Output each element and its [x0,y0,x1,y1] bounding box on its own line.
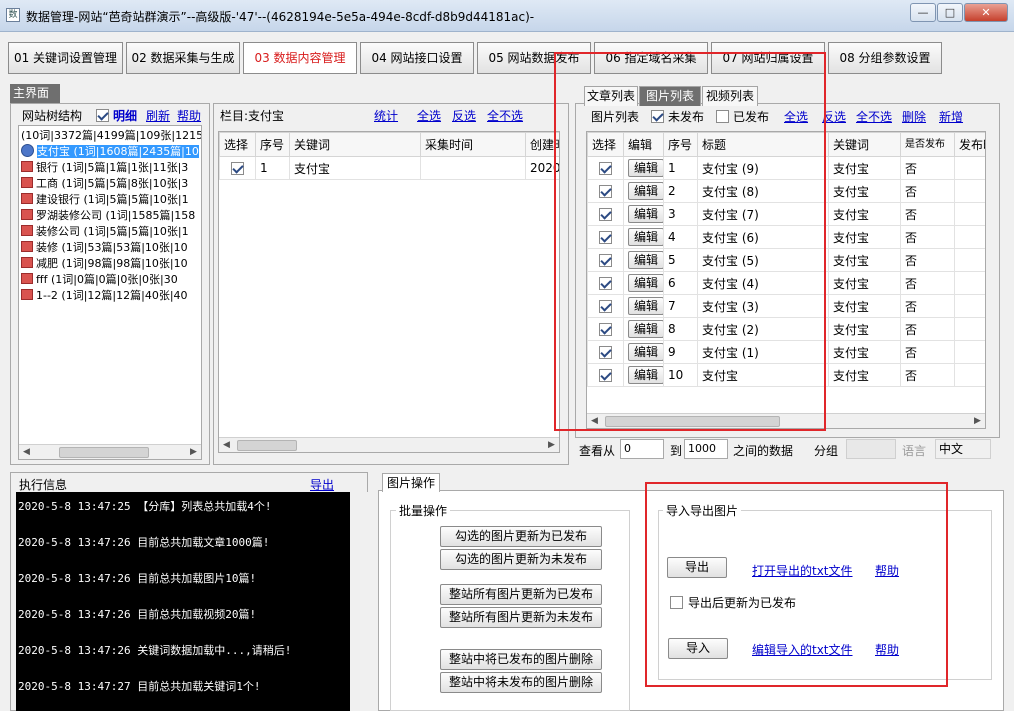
tree-title: 网站树结构 [22,109,83,123]
sitemap-icon [21,289,33,300]
tree-item[interactable]: 工商 (1词|5篇|5篇|8张|10张|3 [21,176,188,192]
all-set-unpublished-button[interactable]: 整站所有图片更新为未发布 [440,607,602,628]
sitemap-icon [21,241,33,252]
scroll-right-icon[interactable]: ▶ [186,445,201,459]
log-scroll-track [350,492,368,711]
tree-item[interactable]: 银行 (1词|5篇|1篇|1张|11张|3 [21,160,188,176]
window-title: 数据管理-网站“芭奇站群演示”--高级版-'47'--(4628194e-5e5… [26,10,535,24]
between-label: 之间的数据 [733,444,794,458]
col-header[interactable]: 是否发布 [900,132,955,157]
tab-image-ops[interactable]: 图片操作 [382,473,440,492]
to-label: 到 [670,444,683,458]
log-export-link[interactable]: 导出 [310,476,334,493]
sitemap-icon [21,225,33,236]
tab-data-collection[interactable]: 02 数据采集与生成 [126,42,240,74]
sitemap-icon [21,177,33,188]
log-line: 2020-5-8 13:47:27 目前总共加载关键词1个! [18,680,261,693]
maximize-button[interactable]: □ [937,3,963,22]
col-header[interactable]: 采集时间 [420,132,526,157]
log-console[interactable]: 2020-5-8 13:47:25 【分库】列表总共加载4个! 2020-5-8… [16,492,350,711]
selected-set-published-button[interactable]: 勾选的图片更新为已发布 [440,526,602,547]
from-input[interactable]: 0 [620,439,664,459]
minimize-button[interactable]: — [910,3,936,22]
mingxi-checkbox[interactable] [96,108,109,122]
sitemap-icon [21,273,33,284]
tree-item[interactable]: 装修公司 (1词|5篇|5篇|10张|1 [21,224,189,240]
sitemap-icon [21,161,33,172]
globe-icon [21,144,34,157]
highlight-box-import-export [645,482,948,687]
sitemap-icon [21,193,33,204]
img-delete-link[interactable]: 删除 [902,108,926,125]
log-line: 2020-5-8 13:47:26 目前总共加载文章1000篇! [18,536,270,549]
tab-group-params[interactable]: 08 分组参数设置 [828,42,942,74]
sitemap-icon [21,257,33,268]
column-title: 栏目:支付宝 [220,109,285,123]
tree-item[interactable]: 罗湖装修公司 (1词|1585篇|158 [21,208,195,224]
highlight-box-image-list [554,52,826,431]
tree-item[interactable]: 装修 (1词|53篇|53篇|10张|10 [21,240,188,256]
app-icon: 数 [6,8,20,22]
tab-keyword-settings[interactable]: 01 关键词设置管理 [8,42,123,74]
scroll-right-icon[interactable]: ▶ [970,414,985,428]
language-select[interactable]: 中文 [935,439,991,459]
tree-item[interactable]: 1--2 (1词|12篇|12篇|40张|40 [21,288,188,304]
to-input[interactable]: 1000 [684,439,728,459]
site-tree[interactable]: (10词|3372篇|4199篇|109张|1215 支付宝 (1词|1608篇… [18,125,202,460]
tree-hscroll[interactable]: ◀ ▶ [19,444,201,459]
log-line: 2020-5-8 13:47:26 目前总共加载视频20篇! [18,608,257,621]
tab-site-interface[interactable]: 04 网站接口设置 [360,42,474,74]
mingxi-label[interactable]: 明细 [113,107,137,124]
log-line: 2020-5-8 13:47:26 目前总共加载图片10篇! [18,572,257,585]
tab-content-management[interactable]: 03 数据内容管理 [243,42,357,74]
row-checkbox[interactable] [231,162,244,175]
tree-item[interactable]: 减肥 (1词|98篇|98篇|10张|10 [21,256,188,272]
log-title: 执行信息 [19,478,68,492]
select-none-link[interactable]: 全不选 [487,107,523,124]
group-label: 分组 [814,444,839,458]
group-select[interactable] [846,439,896,459]
img-add-link[interactable]: 新增 [939,108,963,125]
tree-item-alipay[interactable]: 支付宝 (1词|1608篇|2435篇|10 [21,144,199,160]
scroll-left-icon[interactable]: ◀ [219,438,234,452]
tree-help-link[interactable]: 帮助 [177,107,201,124]
selected-set-unpublished-button[interactable]: 勾选的图片更新为未发布 [440,549,602,570]
tree-root[interactable]: (10词|3372篇|4199篇|109张|1215 [21,128,201,144]
scroll-right-icon[interactable]: ▶ [544,438,559,452]
language-label: 语言 [902,444,927,458]
all-set-published-button[interactable]: 整站所有图片更新为已发布 [440,584,602,605]
keyword-hscroll[interactable]: ◀ ▶ [219,437,559,452]
tree-item[interactable]: 建设银行 (1词|5篇|5篇|10张|1 [21,192,189,208]
main-interface-label[interactable]: 主界面 [10,84,60,103]
batch-title: 批量操作 [396,502,451,519]
invert-link[interactable]: 反选 [452,107,476,124]
log-line: 2020-5-8 13:47:25 【分库】列表总共加载4个! [18,500,272,513]
stats-link[interactable]: 统计 [374,107,398,124]
scroll-left-icon[interactable]: ◀ [19,445,34,459]
col-header[interactable]: 序号 [255,132,290,157]
log-line: 2020-5-8 13:47:26 关键词数据加载中...,请稍后! [18,644,292,657]
col-header[interactable]: 关键词 [289,132,421,157]
delete-published-button[interactable]: 整站中将已发布的图片删除 [440,649,602,670]
view-from-label: 查看从 [579,444,616,458]
keyword-grid[interactable]: 选择 序号 关键词 采集时间 创建时 1 支付宝 2020-5 ◀ ▶ [218,131,560,453]
col-header[interactable]: 选择 [219,132,256,157]
table-row[interactable]: 1 支付宝 2020-5 [219,156,559,180]
select-all-link[interactable]: 全选 [417,107,441,124]
close-button[interactable]: ✕ [964,3,1008,22]
scroll-thumb[interactable] [237,440,297,451]
tree-refresh-link[interactable]: 刷新 [146,107,170,124]
img-select-none-link[interactable]: 全不选 [856,108,892,125]
sitemap-icon [21,209,33,220]
scroll-thumb[interactable] [59,447,149,458]
col-header[interactable]: 关键词 [828,132,901,157]
tree-item[interactable]: fff (1词|0篇|0篇|0张|0张|30 [21,272,178,288]
title-bar: 数 数据管理-网站“芭奇站群演示”--高级版-'47'--(4628194e-5… [0,0,1014,32]
delete-unpublished-button[interactable]: 整站中将未发布的图片删除 [440,672,602,693]
col-header[interactable]: 发布时 [954,132,985,157]
